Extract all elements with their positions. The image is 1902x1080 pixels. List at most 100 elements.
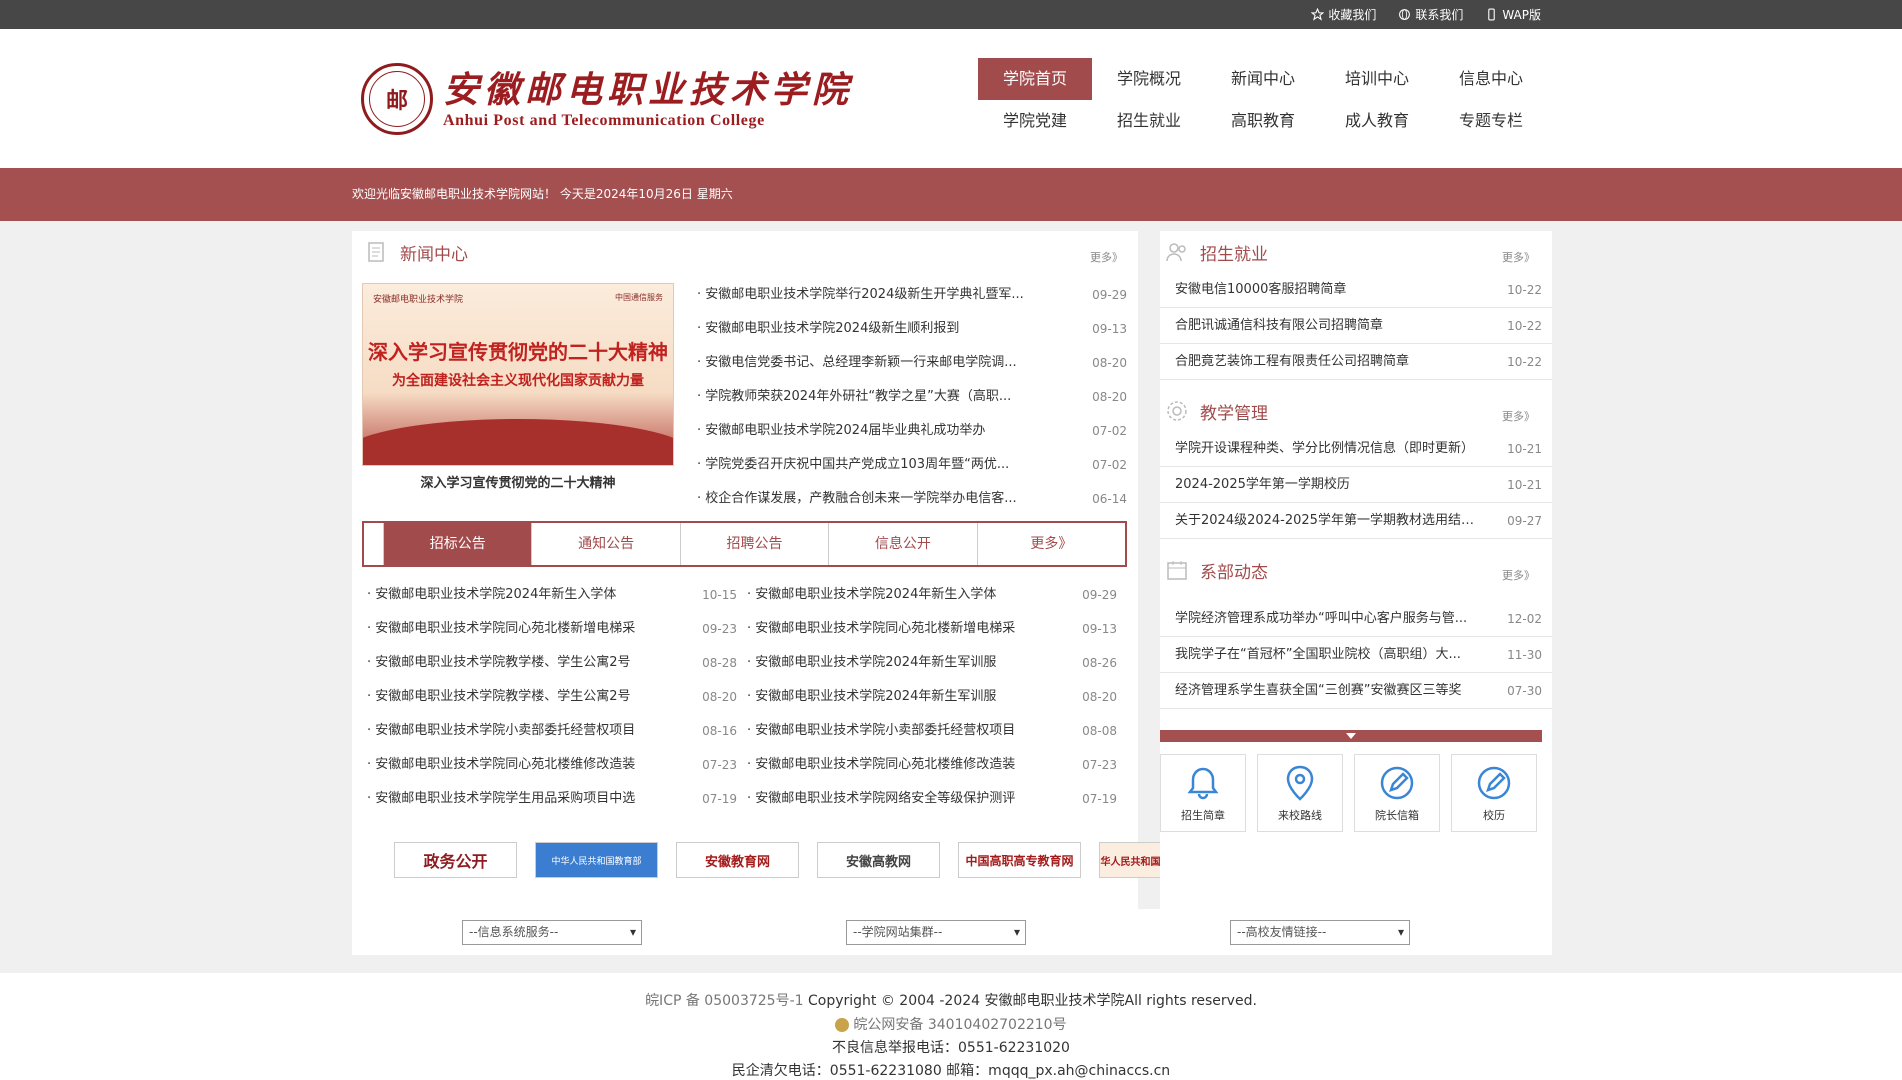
list-item[interactable]: · 安徽邮电职业技术学院同心苑北楼新增电梯采 09-23 bbox=[367, 612, 747, 646]
notice-title: · 安徽邮电职业技术学院网络安全等级保护测评 bbox=[747, 791, 1016, 806]
list-item[interactable]: · 安徽邮电职业技术学院小卖部委托经营权项目 08-16 bbox=[367, 714, 747, 748]
police-record-link[interactable]: 皖公网安备 34010402702210号 bbox=[853, 1017, 1066, 1033]
recruit-list: 安徽电信10000客服招聘简章 10-22 合肥讯诚通信科技有限公司招聘简章 10-… bbox=[1160, 272, 1552, 380]
location-pin-icon bbox=[1286, 765, 1314, 801]
quick-route[interactable]: 来校路线 bbox=[1257, 754, 1343, 832]
dept-list: 学院经济管理系成功举办“呼叫中心客户服务与管... 12-02 我院学子在“首冠杯… bbox=[1160, 601, 1552, 709]
tab-tender[interactable]: 招标公告 bbox=[384, 523, 533, 565]
recruit-more-link[interactable]: 更多》 bbox=[1502, 249, 1535, 265]
college-seal: 邮 bbox=[361, 63, 433, 135]
partner-ahedu[interactable]: 安徽教育网 bbox=[676, 842, 799, 878]
tab-recruitment[interactable]: 招聘公告 bbox=[681, 523, 830, 565]
collapse-bar[interactable] bbox=[1160, 730, 1542, 742]
nav-adult-edu[interactable]: 成人教育 bbox=[1320, 100, 1434, 142]
tab-disclosure[interactable]: 信息公开 bbox=[829, 523, 978, 565]
item-title: 学院经济管理系成功举办“呼叫中心客户服务与管... bbox=[1175, 611, 1468, 626]
news-more-link[interactable]: 更多》 bbox=[1090, 249, 1123, 265]
wap-link[interactable]: WAP版 bbox=[1485, 6, 1541, 23]
caret-down-icon bbox=[1346, 733, 1356, 739]
news-item[interactable]: · 安徽邮电职业技术学院举行2024级新生开学典礼暨军... 09-29 bbox=[697, 278, 1127, 312]
list-item[interactable]: · 安徽邮电职业技术学院教学楼、学生公寓2号 08-20 bbox=[367, 680, 747, 714]
nav-admission[interactable]: 招生就业 bbox=[1092, 100, 1206, 142]
tab-notice[interactable]: 通知公告 bbox=[532, 523, 681, 565]
list-item[interactable]: · 安徽邮电职业技术学院网络安全等级保护测评 07-19 bbox=[747, 782, 1127, 816]
nav-news[interactable]: 新闻中心 bbox=[1206, 58, 1320, 100]
partner-gov-affairs[interactable]: 政务公开 bbox=[394, 842, 517, 878]
feature-news[interactable]: 安徽邮电职业技术学院 中国通信服务 深入学习宣传贯彻党的二十大精神 为全面建设社… bbox=[362, 283, 674, 493]
list-item[interactable]: 安徽电信10000客服招聘简章 10-22 bbox=[1160, 272, 1552, 308]
notice-date: 08-20 bbox=[1082, 690, 1117, 704]
site-header: 邮 安徽邮电职业技术学院 Anhui Post and Telecommunic… bbox=[0, 29, 1902, 168]
feature-image[interactable]: 安徽邮电职业技术学院 中国通信服务 深入学习宣传贯彻党的二十大精神 为全面建设社… bbox=[362, 283, 674, 466]
notice-date: 07-23 bbox=[702, 758, 737, 772]
logo-cn-name: 安徽邮电职业技术学院 bbox=[443, 69, 854, 111]
nav-training[interactable]: 培训中心 bbox=[1320, 58, 1434, 100]
news-item[interactable]: · 学院教师荣获2024年外研社“教学之星”大赛（高职... 08-20 bbox=[697, 380, 1127, 414]
nav-overview[interactable]: 学院概况 bbox=[1092, 58, 1206, 100]
nav-party[interactable]: 学院党建 bbox=[978, 100, 1092, 142]
info-system-select[interactable]: --信息系统服务-- bbox=[462, 920, 642, 945]
notice-date: 08-26 bbox=[1082, 656, 1117, 670]
list-item[interactable]: 我院学子在“首冠杯”全国职业院校（高职组）大... 11-30 bbox=[1160, 637, 1552, 673]
tab-more[interactable]: 更多》 bbox=[978, 523, 1125, 565]
list-item[interactable]: · 安徽邮电职业技术学院2024年新生军训服 08-20 bbox=[747, 680, 1127, 714]
quick-president-mailbox[interactable]: 院长信箱 bbox=[1354, 754, 1440, 832]
item-date: 12-02 bbox=[1507, 612, 1542, 626]
list-item[interactable]: 学院经济管理系成功举办“呼叫中心客户服务与管... 12-02 bbox=[1160, 601, 1552, 637]
list-item[interactable]: · 安徽邮电职业技术学院2024年新生军训服 08-26 bbox=[747, 646, 1127, 680]
site-footer: 皖ICP 备 05003725号-1 Copyright © 2004 -202… bbox=[0, 973, 1902, 1080]
quick-calendar[interactable]: 校历 bbox=[1451, 754, 1537, 832]
notice-title: · 安徽邮电职业技术学院小卖部委托经营权项目 bbox=[367, 723, 636, 738]
partner-label: 政务公开 bbox=[423, 852, 488, 871]
bell-icon bbox=[1187, 767, 1219, 800]
list-item[interactable]: · 安徽邮电职业技术学院学生用品采购项目中选 07-19 bbox=[367, 782, 747, 816]
list-item[interactable]: · 安徽邮电职业技术学院同心苑北楼维修改造装 07-23 bbox=[367, 748, 747, 782]
list-item[interactable]: · 安徽邮电职业技术学院2024年新生入学体 09-29 bbox=[747, 578, 1127, 612]
dept-more-link[interactable]: 更多》 bbox=[1502, 567, 1535, 583]
list-item[interactable]: 关于2024级2024-2025学年第一学期教材选用结果... 09-27 bbox=[1160, 503, 1552, 539]
nav-info[interactable]: 信息中心 bbox=[1434, 58, 1548, 100]
list-item[interactable]: 学院开设课程种类、学分比例情况信息（即时更新） 10-21 bbox=[1160, 431, 1552, 467]
list-item[interactable]: 2024-2025学年第一学期校历 10-21 bbox=[1160, 467, 1552, 503]
right-panel: 招生就业 更多》 安徽电信10000客服招聘简章 10-22 合肥讯诚通信科技有限… bbox=[1160, 231, 1552, 923]
list-item[interactable]: · 安徽邮电职业技术学院2024年新生入学体 10-15 bbox=[367, 578, 747, 612]
notice-title: · 安徽邮电职业技术学院同心苑北楼维修改造装 bbox=[747, 757, 1016, 772]
news-item[interactable]: · 校企合作谋发展，产教融合创未来一学院举办电信客... 06-14 bbox=[697, 482, 1127, 516]
partner-ahgj[interactable]: 安徽高教网 bbox=[817, 842, 940, 878]
college-logo[interactable]: 邮 安徽邮电职业技术学院 Anhui Post and Telecommunic… bbox=[361, 63, 853, 135]
college-links-select[interactable]: --高校友情链接-- bbox=[1230, 920, 1410, 945]
tab-spacer bbox=[364, 523, 384, 565]
list-item[interactable]: · 安徽邮电职业技术学院同心苑北楼新增电梯采 09-13 bbox=[747, 612, 1127, 646]
partner-links: 政务公开 中华人民共和国教育部 安徽教育网 安徽高教网 中国高职高专教育网 中华… bbox=[394, 842, 1222, 878]
notice-title: · 安徽邮电职业技术学院同心苑北楼新增电梯采 bbox=[367, 621, 636, 636]
news-item[interactable]: · 安徽邮电职业技术学院2024届毕业典礼成功举办 07-02 bbox=[697, 414, 1127, 448]
item-date: 10-21 bbox=[1507, 478, 1542, 492]
top-links: 收藏我们 联系我们 WAP版 bbox=[1311, 0, 1541, 29]
news-item[interactable]: · 学院党委召开庆祝中国共产党成立103周年暨“两优... 07-02 bbox=[697, 448, 1127, 482]
list-item[interactable]: 合肥竟艺装饰工程有限责任公司招聘简章 10-22 bbox=[1160, 344, 1552, 380]
partner-label: 安徽高教网 bbox=[845, 854, 911, 870]
list-item[interactable]: · 安徽邮电职业技术学院教学楼、学生公寓2号 08-28 bbox=[367, 646, 747, 680]
favorite-link[interactable]: 收藏我们 bbox=[1311, 6, 1376, 23]
partner-moe[interactable]: 中华人民共和国教育部 bbox=[535, 842, 658, 878]
partner-label: 中华人民共和国教育部 bbox=[551, 856, 642, 867]
nav-special[interactable]: 专题专栏 bbox=[1434, 100, 1548, 142]
teaching-more-link[interactable]: 更多》 bbox=[1502, 408, 1535, 424]
news-item-title: · 安徽电信党委书记、总经理李新颖一行来邮电学院调... bbox=[697, 355, 1017, 370]
wap-label: WAP版 bbox=[1502, 8, 1541, 22]
news-item[interactable]: · 安徽电信党委书记、总经理李新颖一行来邮电学院调... 08-20 bbox=[697, 346, 1127, 380]
site-cluster-select[interactable]: --学院网站集群-- bbox=[846, 920, 1026, 945]
list-item[interactable]: · 安徽邮电职业技术学院小卖部委托经营权项目 08-08 bbox=[747, 714, 1127, 748]
icp-link[interactable]: 皖ICP 备 05003725号-1 bbox=[645, 993, 803, 1009]
list-item[interactable]: · 安徽邮电职业技术学院同心苑北楼维修改造装 07-23 bbox=[747, 748, 1127, 782]
contact-link[interactable]: 联系我们 bbox=[1398, 6, 1463, 23]
list-item[interactable]: 经济管理系学生喜获全国“三创赛”安徽赛区三等奖 07-30 bbox=[1160, 673, 1552, 709]
news-item[interactable]: · 安徽邮电职业技术学院2024级新生顺利报到 09-13 bbox=[697, 312, 1127, 346]
partner-tech-college[interactable]: 中国高职高专教育网 bbox=[958, 842, 1081, 878]
nav-home[interactable]: 学院首页 bbox=[978, 58, 1092, 100]
nav-higher-edu[interactable]: 高职教育 bbox=[1206, 100, 1320, 142]
feature-caption[interactable]: 深入学习宣传贯彻党的二十大精神 bbox=[362, 472, 674, 491]
news-item-date: 08-20 bbox=[1092, 390, 1127, 404]
quick-admission-guide[interactable]: 招生简章 bbox=[1160, 754, 1246, 832]
list-item[interactable]: 合肥讯诚通信科技有限公司招聘简章 10-22 bbox=[1160, 308, 1552, 344]
